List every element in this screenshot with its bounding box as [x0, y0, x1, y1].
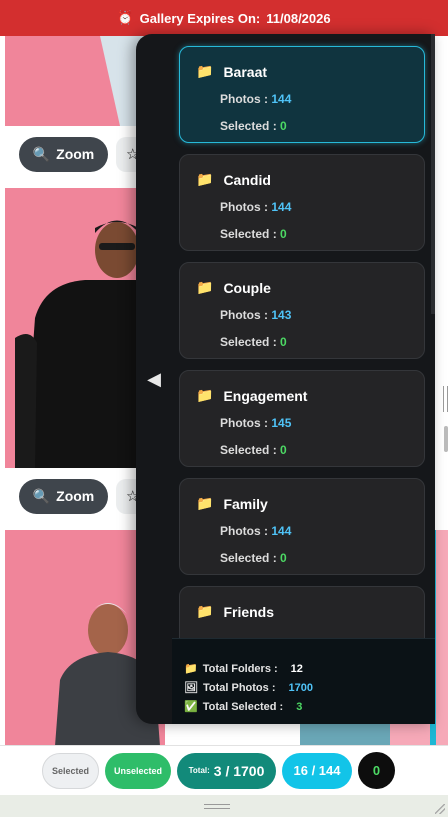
folder-card-candid[interactable]: 📁 Candid Photos : 144 Selected : 0: [179, 154, 425, 251]
folder-list: 📁 Baraat Photos : 144 Selected : 0 📁 Candi…: [172, 34, 435, 638]
resize-grip[interactable]: [435, 804, 445, 814]
folder-icon: 📁: [196, 171, 214, 187]
selected-count: 0: [280, 443, 287, 457]
collapse-left-arrow-icon: ◀: [147, 368, 161, 389]
folder-summary: 📁 Total Folders :12 🖼 Total Photos :1700 ✅…: [172, 638, 435, 724]
folder-card-couple[interactable]: 📁 Couple Photos : 143 Selected : 0: [179, 262, 425, 359]
photo-count: 144: [271, 200, 292, 214]
expiry-label: Gallery Expires On:: [139, 10, 261, 26]
selected-count: 0: [280, 227, 287, 241]
selected-count: 0: [280, 119, 287, 133]
photo-count: 144: [271, 92, 292, 106]
side-drag-handle[interactable]: [443, 386, 448, 412]
total-photos-value: 1700: [288, 681, 313, 694]
folder-card-engagement[interactable]: 📁 Engagement Photos : 145 Selected : 0: [179, 370, 425, 467]
folder-name: Candid: [223, 171, 271, 188]
folder-name: Family: [223, 495, 268, 512]
folder-count-badge: 16 / 144: [282, 752, 352, 789]
folder-name: Friends: [223, 603, 275, 620]
folder-card-friends[interactable]: 📁 Friends: [179, 586, 425, 638]
zoom-button[interactable]: 🔍 Zoom: [19, 136, 108, 172]
selected-count: 0: [280, 551, 287, 565]
magnifier-icon: 🔍: [32, 487, 51, 504]
total-selected-badge: Total: 3 / 1700: [177, 752, 276, 789]
window-footer: [0, 795, 448, 817]
folder-icon: 📁: [196, 603, 214, 619]
folder-name: Engagement: [223, 387, 308, 404]
total-folders-value: 12: [290, 662, 303, 675]
folder-name: Baraat: [223, 63, 268, 80]
folder-card-baraat[interactable]: 📁 Baraat Photos : 144 Selected : 0: [179, 46, 425, 143]
zero-count-button[interactable]: 0: [358, 752, 395, 789]
photo-count: 143: [271, 308, 292, 322]
selected-filter-button[interactable]: Selected: [42, 752, 99, 789]
drag-handle[interactable]: [204, 804, 230, 809]
photo-count: 145: [271, 416, 292, 430]
unselected-filter-button[interactable]: Unselected: [105, 752, 171, 789]
bottom-toolbar: Selected Unselected Total: 3 / 1700 16 /…: [0, 745, 448, 795]
alarm-clock-icon: ⏰: [117, 10, 134, 25]
panel-toggle-button[interactable]: ◀: [136, 34, 172, 724]
gallery-expiry-banner: ⏰ Gallery Expires On: 11/08/2026: [0, 0, 448, 36]
folder-icon: 📁: [196, 387, 214, 403]
folder-icon: 📁: [196, 495, 214, 511]
folder-card-family[interactable]: 📁 Family Photos : 144 Selected : 0: [179, 478, 425, 575]
image-icon: 🖼: [184, 682, 198, 694]
zoom-button[interactable]: 🔍 Zoom: [19, 478, 108, 514]
total-selected-value: 3: [296, 700, 303, 713]
photo-count: 144: [271, 524, 292, 538]
folder-list-scrollbar[interactable]: [431, 34, 435, 314]
folder-icon: 📁: [196, 279, 214, 295]
expiry-date: 11/08/2026: [266, 10, 331, 26]
folder-name: Couple: [223, 279, 271, 296]
magnifier-icon: 🔍: [32, 145, 51, 162]
checkmark-icon: ✅: [184, 701, 198, 713]
folder-panel: ◀ 📁 Baraat Photos : 144 Selected : 0 📁 Can…: [136, 34, 435, 724]
folder-icon: 📁: [184, 663, 198, 675]
page-scrollbar[interactable]: [444, 426, 448, 452]
selected-count: 0: [280, 335, 287, 349]
folder-icon: 📁: [196, 63, 214, 79]
